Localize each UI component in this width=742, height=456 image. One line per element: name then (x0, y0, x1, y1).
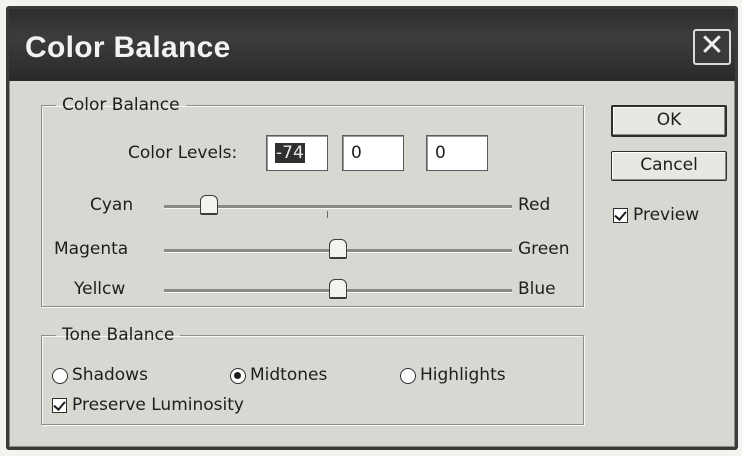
slider-left-label-yellow: Yellcw (74, 279, 126, 299)
radio-label-highlights: Highlights (420, 365, 506, 385)
slider-right-label-green: Green (518, 239, 570, 259)
radio-highlights[interactable]: Highlights (400, 365, 570, 387)
color-balance-group: Color Balance Color Levels: -74 0 0 Cyan… (41, 95, 584, 307)
preview-label: Preview (633, 205, 700, 225)
preview-checkbox[interactable]: Preview (613, 205, 733, 227)
level-cyan-red-value: -74 (275, 143, 305, 163)
slider-thumb-icon[interactable] (329, 239, 347, 259)
checkbox-check-icon[interactable] (52, 398, 67, 413)
title-bar[interactable]: Color Balance ✕ (9, 9, 735, 81)
slider-left-label-cyan: Cyan (90, 195, 134, 215)
dialog-title: Color Balance (25, 31, 231, 64)
color-levels-fields: -74 0 0 (266, 135, 506, 171)
slider-thumb-icon[interactable] (200, 195, 219, 215)
tone-balance-group: Tone Balance Shadows Midtones Highlights… (41, 325, 584, 425)
cancel-button[interactable]: Cancel (611, 151, 727, 181)
close-icon: ✕ (699, 28, 725, 63)
color-levels-label: Color Levels: (128, 143, 238, 163)
level-yellow-blue-input[interactable]: 0 (426, 135, 488, 171)
level-magenta-green-input[interactable]: 0 (342, 135, 404, 171)
slider-row-cyan-red: Cyan Red (42, 191, 583, 221)
slider-right-label-red: Red (518, 195, 551, 215)
slider-left-label-magenta: Magenta (54, 239, 129, 259)
dialog-body: Color Balance Color Levels: -74 0 0 Cyan… (9, 81, 735, 447)
ok-button[interactable]: OK (611, 105, 727, 137)
radio-label-midtones: Midtones (250, 365, 328, 385)
color-balance-group-label: Color Balance (62, 95, 180, 115)
color-balance-dialog: Color Balance ✕ Color Balance Color Leve… (6, 6, 738, 450)
radio-dot-icon[interactable] (400, 368, 416, 384)
radio-shadows[interactable]: Shadows (52, 365, 202, 387)
radio-dot-icon[interactable] (52, 368, 68, 384)
slider-right-label-blue: Blue (518, 279, 556, 299)
close-button[interactable]: ✕ (693, 29, 731, 65)
tone-balance-group-label: Tone Balance (62, 325, 175, 345)
radio-midtones[interactable]: Midtones (230, 365, 380, 387)
level-cyan-red-input[interactable]: -74 (266, 135, 328, 171)
preserve-luminosity-label: Preserve Luminosity (72, 395, 244, 415)
radio-dot-icon[interactable] (230, 368, 246, 384)
slider-thumb-icon[interactable] (329, 279, 347, 299)
preserve-luminosity-checkbox[interactable]: Preserve Luminosity (52, 395, 312, 417)
radio-label-shadows: Shadows (72, 365, 148, 385)
slider-row-magenta-green: Magenta Green (42, 235, 583, 265)
slider-center-tick (327, 211, 328, 218)
checkbox-check-icon[interactable] (613, 208, 628, 223)
slider-row-yellow-blue: Yellcw Blue (42, 275, 583, 305)
